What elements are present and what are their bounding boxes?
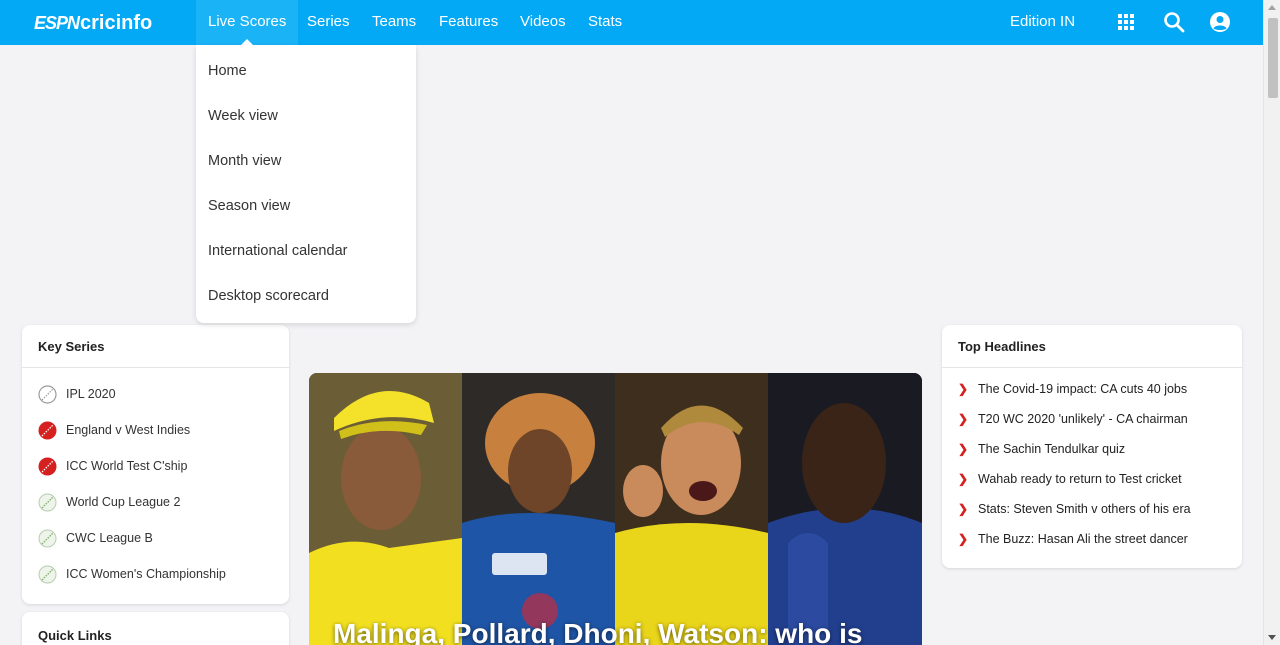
card-divider bbox=[942, 367, 1242, 368]
quick-links-card: Quick Links bbox=[22, 612, 289, 645]
series-item-icc-womens-championship[interactable]: ICC Women's Championship bbox=[38, 564, 226, 584]
headline-item[interactable]: ❯ The Covid-19 impact: CA cuts 40 jobs bbox=[958, 380, 1187, 398]
player-photo-dhoni bbox=[309, 373, 462, 645]
chevron-right-icon: ❯ bbox=[958, 382, 969, 396]
series-label: IPL 2020 bbox=[66, 387, 116, 401]
quick-links-title: Quick Links bbox=[38, 628, 112, 643]
chevron-right-icon: ❯ bbox=[958, 532, 969, 546]
chevron-right-icon: ❯ bbox=[958, 472, 969, 486]
nav-teams[interactable]: Teams bbox=[360, 0, 428, 45]
red-ball-icon bbox=[38, 457, 57, 475]
headline-item[interactable]: ❯ The Sachin Tendulkar quiz bbox=[958, 440, 1125, 458]
series-label: ICC World Test C'ship bbox=[66, 459, 188, 473]
chevron-right-icon: ❯ bbox=[958, 502, 969, 516]
top-headlines-title: Top Headlines bbox=[958, 339, 1046, 354]
key-series-card: Key Series IPL 2020 England v West Indie… bbox=[22, 325, 289, 604]
svg-text:cricinfo: cricinfo bbox=[80, 12, 152, 34]
headline-text: Wahab ready to return to Test cricket bbox=[978, 472, 1182, 486]
player-photo-watson bbox=[615, 373, 768, 645]
headline-item[interactable]: ❯ Stats: Steven Smith v others of his er… bbox=[958, 500, 1191, 518]
top-navigation-bar: ESPN cricinfo Live Scores Series Teams F… bbox=[0, 0, 1263, 45]
red-ball-icon bbox=[38, 421, 57, 439]
headline-text: Stats: Steven Smith v others of his era bbox=[978, 502, 1191, 516]
series-label: World Cup League 2 bbox=[66, 495, 181, 509]
search-icon[interactable] bbox=[1163, 11, 1185, 33]
apps-grid-icon[interactable] bbox=[1115, 11, 1137, 33]
headline-item[interactable]: ❯ Wahab ready to return to Test cricket bbox=[958, 470, 1182, 488]
espncricinfo-logo[interactable]: ESPN cricinfo bbox=[34, 9, 174, 35]
nav-series[interactable]: Series bbox=[295, 0, 362, 45]
series-item-world-cup-league-2[interactable]: World Cup League 2 bbox=[38, 492, 180, 512]
series-label: ICC Women's Championship bbox=[66, 567, 226, 581]
headline-text: The Buzz: Hasan Ali the street dancer bbox=[978, 532, 1188, 546]
headline-item[interactable]: ❯ T20 WC 2020 'unlikely' - CA chairman bbox=[958, 410, 1188, 428]
series-item-england-v-west-indies[interactable]: England v West Indies bbox=[38, 420, 190, 440]
nav-stats[interactable]: Stats bbox=[576, 0, 634, 45]
scrollbar-thumb[interactable] bbox=[1268, 18, 1278, 98]
nav-features[interactable]: Features bbox=[427, 0, 510, 45]
live-scores-dropdown-menu: Home Week view Month view Season view In… bbox=[196, 45, 416, 323]
dropdown-item-season-view[interactable]: Season view bbox=[208, 195, 290, 217]
key-series-title: Key Series bbox=[38, 339, 105, 354]
headline-text: The Sachin Tendulkar quiz bbox=[978, 442, 1126, 456]
ball-outline-icon bbox=[38, 384, 57, 404]
scroll-down-arrow-icon[interactable] bbox=[1268, 635, 1276, 640]
headline-item[interactable]: ❯ The Buzz: Hasan Ali the street dancer bbox=[958, 530, 1188, 548]
series-item-cwc-league-b[interactable]: CWC League B bbox=[38, 528, 153, 548]
headline-text: The Covid-19 impact: CA cuts 40 jobs bbox=[978, 382, 1188, 396]
feature-headline[interactable]: Malinga, Pollard, Dhoni, Watson: who is bbox=[333, 618, 862, 645]
edition-selector[interactable]: Edition IN bbox=[998, 0, 1087, 45]
dropdown-item-month-view[interactable]: Month view bbox=[208, 150, 281, 172]
nav-videos[interactable]: Videos bbox=[508, 0, 578, 45]
white-ball-icon bbox=[38, 565, 57, 583]
top-headlines-card: Top Headlines ❯ The Covid-19 impact: CA … bbox=[942, 325, 1242, 568]
white-ball-icon bbox=[38, 529, 57, 547]
dropdown-item-desktop-scorecard[interactable]: Desktop scorecard bbox=[208, 285, 329, 307]
series-item-ipl-2020[interactable]: IPL 2020 bbox=[38, 384, 116, 404]
series-label: England v West Indies bbox=[66, 423, 191, 437]
nav-live-scores[interactable]: Live Scores bbox=[196, 0, 299, 45]
svg-text:ESPN: ESPN bbox=[34, 13, 81, 33]
series-item-icc-world-test-championship[interactable]: ICC World Test C'ship bbox=[38, 456, 187, 476]
chevron-right-icon: ❯ bbox=[958, 412, 969, 426]
white-ball-icon bbox=[38, 493, 57, 511]
card-divider bbox=[22, 367, 289, 368]
dropdown-item-week-view[interactable]: Week view bbox=[208, 105, 278, 127]
feature-story-image[interactable]: Malinga, Pollard, Dhoni, Watson: who is bbox=[309, 373, 922, 645]
headline-text: T20 WC 2020 'unlikely' - CA chairman bbox=[978, 412, 1188, 426]
series-label: CWC League B bbox=[66, 531, 153, 545]
dropdown-item-home[interactable]: Home bbox=[208, 60, 247, 82]
chevron-right-icon: ❯ bbox=[958, 442, 969, 456]
dropdown-item-international-calendar[interactable]: International calendar bbox=[208, 240, 347, 262]
player-photo-pollard bbox=[768, 373, 922, 645]
scroll-up-arrow-icon[interactable] bbox=[1268, 5, 1276, 10]
player-photo-malinga bbox=[462, 373, 615, 645]
user-account-icon[interactable] bbox=[1209, 11, 1231, 33]
page-scrollbar[interactable] bbox=[1263, 0, 1280, 645]
